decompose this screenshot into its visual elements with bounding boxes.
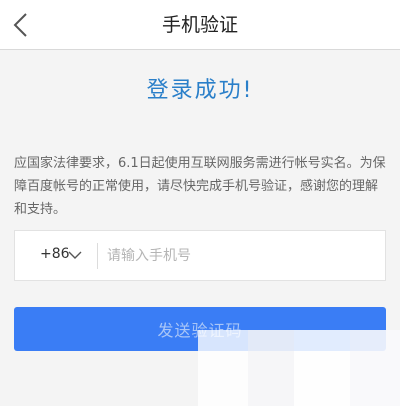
page-title: 手机验证 bbox=[161, 14, 238, 36]
phone-number-input[interactable] bbox=[107, 240, 377, 271]
real-name-notice: 应国家法律要求，6.1日起使用互联网服务需进行帐号实名。为保障百度帐号的正常使用… bbox=[14, 156, 386, 217]
country-code-label: +86 bbox=[40, 246, 70, 262]
nav-bar: 手机验证 bbox=[0, 0, 400, 50]
divider bbox=[97, 243, 98, 269]
login-success-title: 登录成功! bbox=[146, 78, 254, 103]
chevron-left-icon bbox=[13, 13, 27, 37]
back-button[interactable] bbox=[10, 12, 34, 38]
country-code-selector[interactable]: +86 bbox=[15, 231, 101, 280]
send-code-button[interactable]: 发送验证码 bbox=[14, 307, 386, 351]
chevron-down-icon bbox=[68, 251, 82, 259]
phone-input-row: +86 bbox=[14, 230, 386, 281]
